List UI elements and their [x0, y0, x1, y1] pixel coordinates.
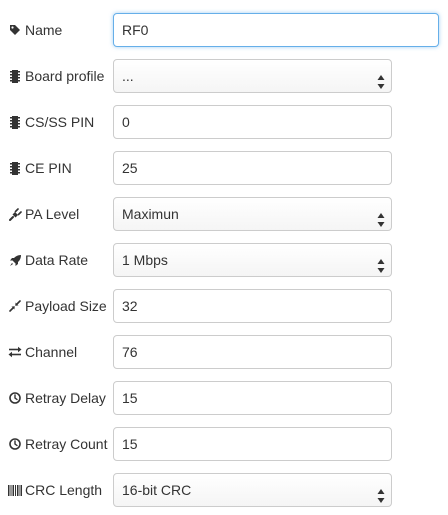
channel-input[interactable]: 76 — [113, 335, 392, 369]
ce-pin-label-text: CE PIN — [25, 160, 72, 176]
name-input[interactable]: RF0 — [113, 13, 439, 47]
name-label-text: Name — [25, 22, 63, 38]
board-profile-row: Board profile ... — [0, 59, 448, 93]
data-rate-select[interactable]: 1 Mbps — [113, 243, 392, 277]
pa-level-label: PA Level — [8, 197, 79, 231]
clock-icon — [8, 391, 22, 405]
retray-count-label-text: Retray Count — [25, 436, 108, 452]
tag-icon — [8, 23, 22, 37]
crc-length-label: CRC Length — [8, 473, 102, 507]
rocket-icon — [8, 253, 22, 267]
data-rate-label: Data Rate — [8, 243, 88, 277]
board-profile-label: Board profile — [8, 59, 104, 93]
retray-delay-label: Retray Delay — [8, 381, 106, 415]
crc-length-label-text: CRC Length — [25, 482, 103, 498]
pa-level-row: PA Level Maximun — [0, 197, 448, 231]
ce-pin-row: CE PIN 25 — [0, 151, 448, 185]
ce-pin-label: CE PIN — [8, 151, 72, 185]
board-profile-value: ... — [122, 68, 134, 84]
select-arrows-icon — [377, 207, 385, 227]
cs-ss-pin-label-text: CS/SS PIN — [25, 114, 95, 130]
plug-icon — [8, 207, 22, 221]
retray-delay-label-text: Retray Delay — [25, 390, 106, 406]
chip-icon — [8, 161, 22, 175]
cs-ss-pin-row: CS/SS PIN 0 — [0, 105, 448, 139]
board-profile-select[interactable]: ... — [113, 59, 392, 93]
exchange-icon — [8, 345, 22, 359]
clock-icon — [8, 437, 22, 451]
chip-icon — [8, 69, 22, 83]
cs-ss-pin-label: CS/SS PIN — [8, 105, 94, 139]
retray-count-row: Retray Count 15 — [0, 427, 448, 461]
payload-size-label: Payload Size — [8, 289, 107, 323]
channel-row: Channel 76 — [0, 335, 448, 369]
compress-icon — [8, 299, 22, 313]
select-arrows-icon — [377, 69, 385, 89]
retray-count-label: Retray Count — [8, 427, 107, 461]
channel-label: Channel — [8, 335, 77, 369]
crc-length-select[interactable]: 16-bit CRC — [113, 473, 392, 507]
name-row: Name RF0 — [0, 13, 448, 47]
select-arrows-icon — [377, 483, 385, 503]
cs-ss-pin-input[interactable]: 0 — [113, 105, 392, 139]
data-rate-row: Data Rate 1 Mbps — [0, 243, 448, 277]
pa-level-select[interactable]: Maximun — [113, 197, 392, 231]
payload-size-input[interactable]: 32 — [113, 289, 392, 323]
channel-label-text: Channel — [25, 344, 78, 360]
name-label: Name — [8, 13, 62, 47]
data-rate-value: 1 Mbps — [122, 252, 168, 268]
payload-size-row: Payload Size 32 — [0, 289, 448, 323]
pa-level-label-text: PA Level — [25, 206, 80, 222]
retray-delay-input[interactable]: 15 — [113, 381, 392, 415]
ce-pin-input[interactable]: 25 — [113, 151, 392, 185]
data-rate-label-text: Data Rate — [25, 252, 89, 268]
chip-icon — [8, 115, 22, 129]
crc-length-row: CRC Length 16-bit CRC — [0, 473, 448, 507]
crc-length-value: 16-bit CRC — [122, 482, 192, 498]
select-arrows-icon — [377, 253, 385, 273]
board-profile-label-text: Board profile — [25, 68, 105, 84]
barcode-icon — [8, 483, 22, 497]
payload-size-label-text: Payload Size — [25, 298, 107, 314]
retray-delay-row: Retray Delay 15 — [0, 381, 448, 415]
retray-count-input[interactable]: 15 — [113, 427, 392, 461]
pa-level-value: Maximun — [122, 206, 179, 222]
